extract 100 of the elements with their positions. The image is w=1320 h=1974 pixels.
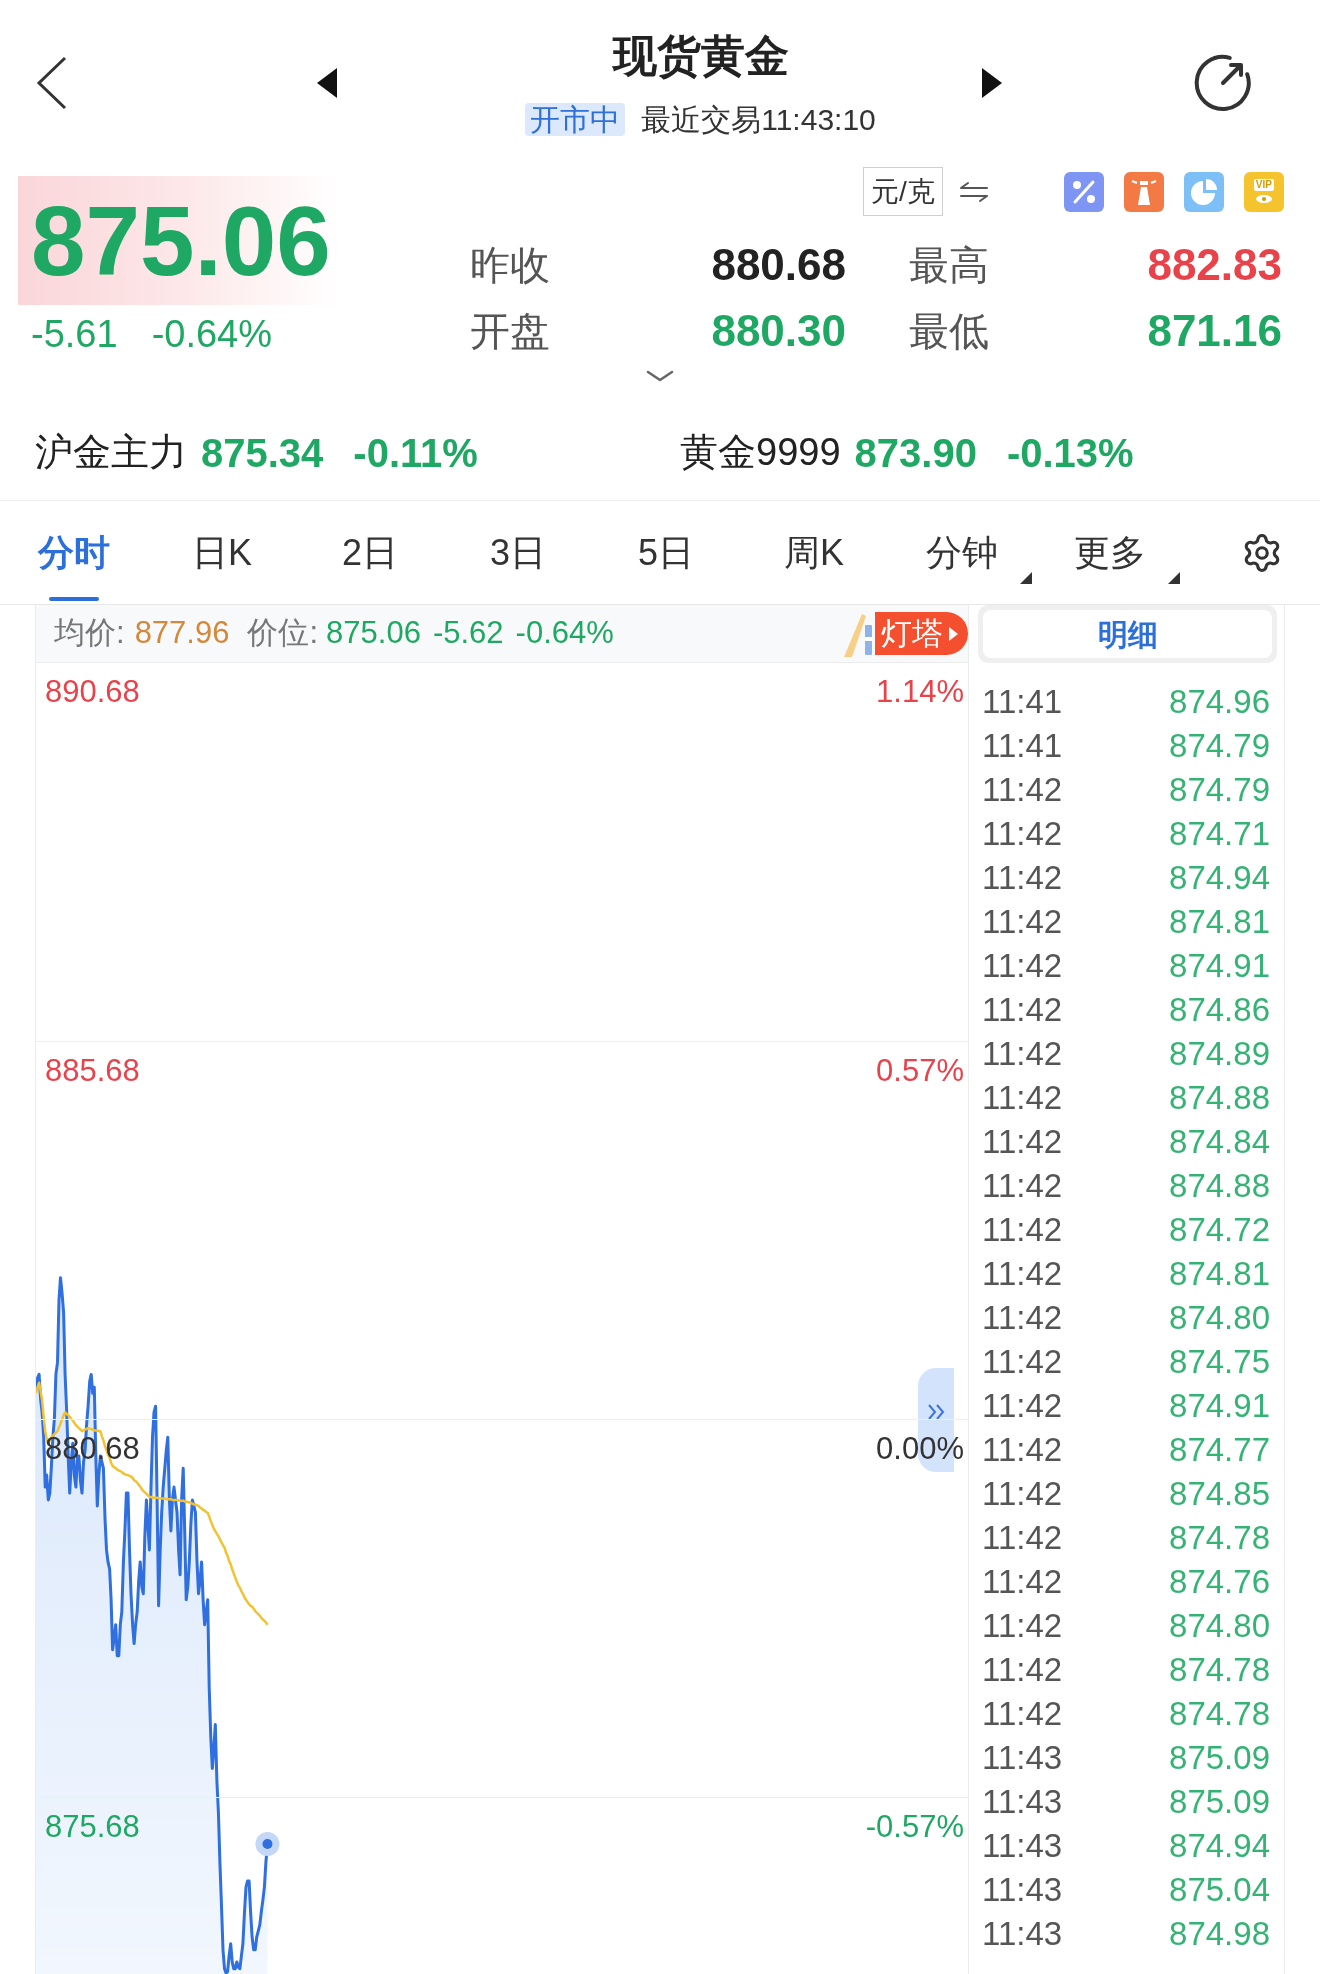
trade-time: 11:42	[982, 1210, 1063, 1251]
trade-time: 11:41	[982, 726, 1063, 767]
detail-tab[interactable]: 明细	[983, 610, 1272, 658]
trade-price: 874.78	[1169, 1650, 1270, 1691]
trade-time: 11:42	[982, 1474, 1063, 1515]
trade-time: 11:42	[982, 1298, 1063, 1339]
last-trade-time: 最近交易11:43:10	[641, 102, 876, 136]
tab[interactable]: 日K	[148, 501, 296, 604]
percent-level-label: 0.00%	[876, 1430, 964, 1469]
tab[interactable]: 更多	[1036, 501, 1184, 604]
trade-price: 874.75	[1169, 1342, 1270, 1383]
lighthouse-icon[interactable]	[1123, 171, 1164, 212]
trade-time: 11:43	[982, 1738, 1063, 1779]
tab[interactable]: 分钟	[888, 501, 1036, 604]
percent-level-label: 0.57%	[876, 1052, 964, 1090]
trade-time: 11:42	[982, 1078, 1063, 1119]
trade-price: 874.96	[1169, 682, 1270, 723]
trade-time: 11:42	[982, 1122, 1063, 1163]
trade-price: 874.86	[1169, 990, 1270, 1031]
stat-value: 880.30	[710, 305, 846, 357]
trade-price: 874.88	[1169, 1078, 1270, 1119]
eye-icon	[1254, 194, 1273, 204]
trade-time: 11:43	[982, 1826, 1063, 1867]
trade-price: 874.85	[1169, 1474, 1270, 1515]
tab[interactable]: 分时	[0, 501, 148, 604]
average-price-label: 均价:	[54, 614, 125, 653]
contract-change: -0.11%	[353, 429, 478, 477]
trade-price: 874.80	[1169, 1606, 1270, 1647]
swap-icon[interactable]	[958, 180, 989, 203]
trade-price: 874.88	[1169, 1166, 1270, 1207]
trade-price: 874.94	[1169, 858, 1270, 899]
last-price: 875.06	[31, 191, 331, 290]
price-change: -5.61	[31, 311, 118, 357]
contract-price: 873.90	[854, 429, 977, 477]
trade-time: 11:42	[982, 1166, 1063, 1207]
tab[interactable]: 周K	[740, 501, 888, 604]
caret-right-icon[interactable]	[982, 67, 1002, 98]
caret-left-icon[interactable]	[317, 67, 337, 98]
trade-price: 874.91	[1169, 1386, 1270, 1427]
trade-price: 874.89	[1169, 1034, 1270, 1075]
tab[interactable]: 5日	[592, 501, 740, 604]
tab[interactable]: 3日	[444, 501, 592, 604]
trade-time: 11:42	[982, 1606, 1063, 1647]
price-change-percent: -0.64%	[151, 311, 273, 357]
price-level-label: 890.68	[45, 673, 140, 711]
price-change-percent: -0.64%	[515, 614, 614, 653]
trade-time: 11:42	[982, 1694, 1063, 1735]
price-label: 价位:	[247, 614, 319, 653]
trade-time: 11:42	[982, 1342, 1063, 1383]
trade-time: 11:42	[982, 1650, 1063, 1691]
trade-price: 875.09	[1169, 1738, 1270, 1779]
trade-price: 874.84	[1169, 1122, 1270, 1163]
trade-price: 874.80	[1169, 1298, 1270, 1339]
percent-level-label: 1.14%	[876, 673, 964, 711]
contract-name: 黄金9999	[680, 430, 841, 475]
trade-price: 874.81	[1169, 902, 1270, 943]
stat-label: 开盘	[470, 308, 551, 355]
trade-price: 874.81	[1169, 1254, 1270, 1295]
trade-price: 874.77	[1169, 1430, 1270, 1471]
price-level-label: 885.68	[45, 1052, 140, 1090]
market-status-badge: 开市中	[525, 102, 626, 136]
trade-time: 11:43	[982, 1914, 1063, 1955]
stat-label: 最低	[909, 308, 990, 355]
trade-price: 874.79	[1169, 726, 1270, 767]
dropdown-corner-icon	[1168, 572, 1180, 584]
trade-price: 874.71	[1169, 814, 1270, 855]
dropdown-corner-icon	[1020, 572, 1032, 584]
unit-selector[interactable]: 元/克	[863, 167, 943, 216]
back-icon[interactable]	[36, 55, 68, 110]
trade-time: 11:41	[982, 682, 1063, 723]
trade-time: 11:42	[982, 1562, 1063, 1603]
trade-time: 11:42	[982, 858, 1063, 899]
tab[interactable]: 2日	[296, 501, 444, 604]
trade-price: 874.78	[1169, 1518, 1270, 1559]
page-title: 现货黄金	[612, 29, 789, 82]
trade-price: 874.72	[1169, 1210, 1270, 1251]
trade-time: 11:42	[982, 946, 1063, 987]
chevron-down-icon[interactable]	[646, 370, 674, 382]
trade-price: 875.04	[1169, 1870, 1270, 1911]
percent-icon[interactable]	[1063, 171, 1104, 212]
price-change: -5.62	[432, 614, 504, 653]
trade-time: 11:42	[982, 1386, 1063, 1427]
trade-time: 11:43	[982, 1782, 1063, 1823]
trade-price: 874.94	[1169, 1826, 1270, 1867]
trade-time: 11:42	[982, 814, 1063, 855]
trade-time: 11:42	[982, 1518, 1063, 1559]
trade-price: 874.91	[1169, 946, 1270, 987]
trade-price: 874.98	[1169, 1914, 1270, 1955]
contract-name: 沪金主力	[35, 430, 187, 475]
trade-time: 11:42	[982, 1034, 1063, 1075]
trade-price: 874.78	[1169, 1694, 1270, 1735]
double-chevron-icon	[927, 1404, 945, 1420]
trade-time: 11:42	[982, 990, 1063, 1031]
trade-time: 11:42	[982, 770, 1063, 811]
trade-price: 874.79	[1169, 770, 1270, 811]
stat-label: 昨收	[470, 242, 551, 289]
stat-label: 最高	[909, 242, 990, 289]
trade-time: 11:42	[982, 1254, 1063, 1295]
trade-time: 11:42	[982, 1430, 1063, 1471]
trade-price: 875.09	[1169, 1782, 1270, 1823]
